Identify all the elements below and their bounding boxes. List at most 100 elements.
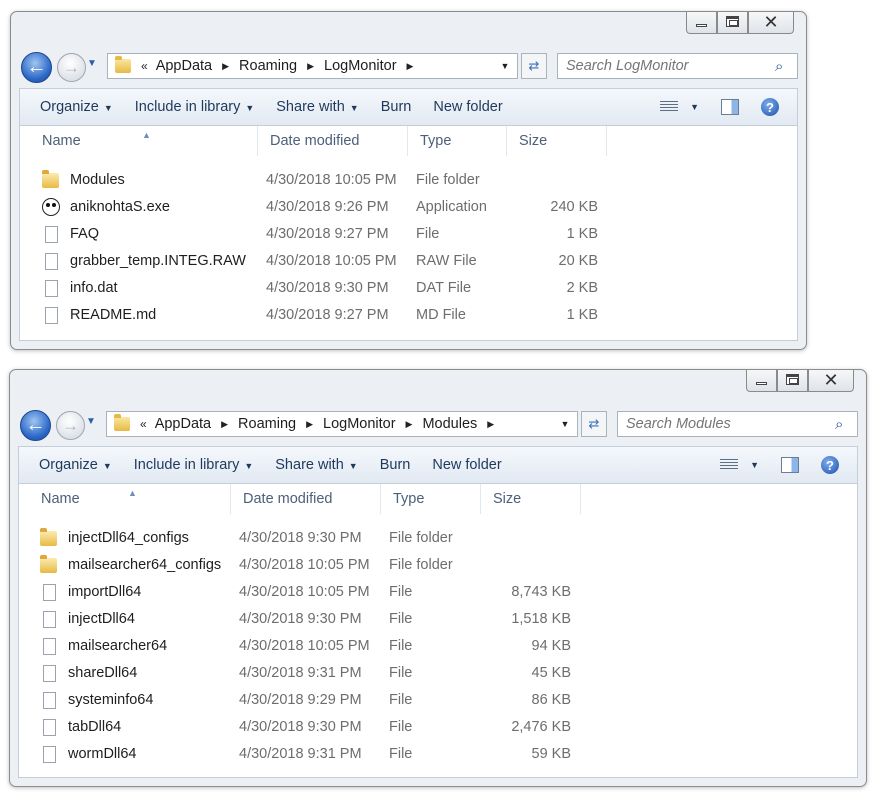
burn-button[interactable]: Burn [369,457,422,473]
arrow-right-icon: → [62,415,79,435]
file-row[interactable]: importDll64 4/30/2018 10:05 PM File 8,743 K… [19,579,857,606]
breadcrumb-logmonitor[interactable]: LogMonitor [318,58,403,74]
share-with-label: Share with [275,457,344,473]
recent-pages-button[interactable]: ▼ [87,58,99,72]
back-button[interactable]: ← [20,410,51,441]
file-name: shareDll64 [68,665,138,681]
help-icon[interactable]: ? [821,456,839,474]
breadcrumb-appdata[interactable]: AppData [150,58,218,74]
chevron-right-icon[interactable]: ▶ [218,61,233,72]
sort-ascending-icon: ▲ [142,130,151,140]
address-dropdown-icon[interactable]: ▼ [493,61,517,71]
column-header-type[interactable]: Type [408,126,507,156]
breadcrumb-modules[interactable]: Modules [416,416,483,432]
chevron-right-icon[interactable]: ▶ [302,419,317,430]
file-row[interactable]: systeminfo64 4/30/2018 9:29 PM File 86 KB [19,687,857,714]
file-row[interactable]: injectDll64 4/30/2018 9:30 PM File 1,518 KB [19,606,857,633]
file-size: 59 KB [531,746,572,762]
address-bar[interactable]: « AppData ▶ Roaming ▶ LogMonitor ▶ ▼ [107,53,518,79]
folder-row[interactable]: Modules 4/30/2018 10:05 PM File folder [20,167,797,194]
recent-pages-button[interactable]: ▼ [86,416,98,430]
file-icon [43,665,56,682]
column-header-date[interactable]: Date modified [231,484,381,514]
breadcrumb-appdata[interactable]: AppData [149,416,217,432]
refresh-button[interactable]: ⇄ [581,411,607,437]
date-modified: 4/30/2018 10:05 PM [266,172,397,188]
column-header-name[interactable]: Name ▲ [29,484,231,514]
folder-row[interactable]: injectDll64_configs 4/30/2018 9:30 PM File… [19,525,857,552]
share-with-menu[interactable]: Share with ▼ [264,457,368,473]
breadcrumb-logmonitor[interactable]: LogMonitor [317,416,402,432]
maximize-button[interactable] [777,370,808,392]
back-button[interactable]: ← [21,52,52,83]
search-input[interactable] [558,57,775,75]
chevron-right-icon[interactable]: ▶ [217,419,232,430]
include-in-library-menu[interactable]: Include in library ▼ [123,457,265,473]
breadcrumb-roaming[interactable]: Roaming [232,416,302,432]
maximize-button[interactable] [717,12,748,34]
chevron-right-icon[interactable]: ▶ [402,419,417,430]
breadcrumb-roaming[interactable]: Roaming [233,58,303,74]
close-button[interactable]: ✕ [748,12,794,34]
forward-button[interactable]: → [57,53,86,82]
file-row[interactable]: README.md 4/30/2018 9:27 PM MD File 1 KB [20,302,797,329]
chevron-down-icon[interactable]: ▼ [690,102,699,112]
burn-button[interactable]: Burn [370,99,423,115]
file-row[interactable]: shareDll64 4/30/2018 9:31 PM File 45 KB [19,660,857,687]
view-options-icon[interactable] [660,101,679,113]
overflow-icon[interactable]: « [137,59,150,73]
file-row[interactable]: aniknohtaS.exe 4/30/2018 9:26 PM Applicati… [20,194,797,221]
organize-menu[interactable]: Organize ▼ [19,457,123,473]
address-dropdown-icon[interactable]: ▼ [553,419,577,429]
search-input[interactable] [618,415,835,433]
forward-button[interactable]: → [56,411,85,440]
file-row[interactable]: mailsearcher64 4/30/2018 10:05 PM File 94 K… [19,633,857,660]
search-box[interactable]: ⌕ [617,411,858,437]
refresh-button[interactable]: ⇄ [521,53,547,79]
column-header-name[interactable]: Name ▲ [30,126,258,156]
chevron-right-icon[interactable]: ▶ [303,61,318,72]
chevron-down-icon[interactable]: ▼ [750,460,759,470]
search-icon[interactable]: ⌕ [775,58,797,75]
file-row[interactable]: FAQ 4/30/2018 9:27 PM File 1 KB [20,221,797,248]
file-name: injectDll64_configs [68,530,189,546]
new-folder-button[interactable]: New folder [422,99,513,115]
date-modified: 4/30/2018 9:30 PM [239,530,362,546]
new-folder-button[interactable]: New folder [421,457,512,473]
chevron-right-icon[interactable]: ▶ [403,61,418,72]
column-headers: Name ▲ Date modified Type Size [19,484,857,514]
include-in-library-menu[interactable]: Include in library ▼ [124,99,266,115]
file-row[interactable]: grabber_temp.INTEG.RAW 4/30/2018 10:05 PM… [20,248,797,275]
column-name-label: Name [42,133,81,149]
overflow-icon[interactable]: « [136,417,149,431]
file-size: 8,743 KB [511,584,571,600]
chevron-right-icon[interactable]: ▶ [483,419,498,430]
view-options-icon[interactable] [720,459,739,471]
minimize-button[interactable] [746,370,777,392]
date-modified: 4/30/2018 10:05 PM [239,584,370,600]
folder-icon [40,528,57,546]
file-row[interactable]: tabDll64 4/30/2018 9:30 PM File 2,476 KB [19,714,857,741]
search-box[interactable]: ⌕ [557,53,798,79]
file-type: File [389,638,413,654]
file-row[interactable]: wormDll64 4/30/2018 9:31 PM File 59 KB [19,741,857,768]
organize-label: Organize [40,99,99,115]
help-icon[interactable]: ? [761,98,779,116]
close-button[interactable]: ✕ [808,370,854,392]
address-bar[interactable]: « AppData ▶ Roaming ▶ LogMonitor ▶ Modul… [106,411,578,437]
preview-pane-icon[interactable] [721,99,739,115]
minimize-button[interactable] [686,12,717,34]
share-with-menu[interactable]: Share with ▼ [265,99,369,115]
column-header-size[interactable]: Size [481,484,581,514]
column-header-type[interactable]: Type [381,484,481,514]
column-header-size[interactable]: Size [507,126,607,156]
column-header-date[interactable]: Date modified [258,126,408,156]
organize-menu[interactable]: Organize ▼ [20,99,124,115]
folder-row[interactable]: mailsearcher64_configs 4/30/2018 10:05 PM… [19,552,857,579]
file-row[interactable]: info.dat 4/30/2018 9:30 PM DAT File 2 KB [20,275,797,302]
file-icon [45,226,58,243]
search-icon[interactable]: ⌕ [835,416,857,433]
file-type: File [389,611,413,627]
preview-pane-icon[interactable] [781,457,799,473]
file-icon [43,719,56,736]
